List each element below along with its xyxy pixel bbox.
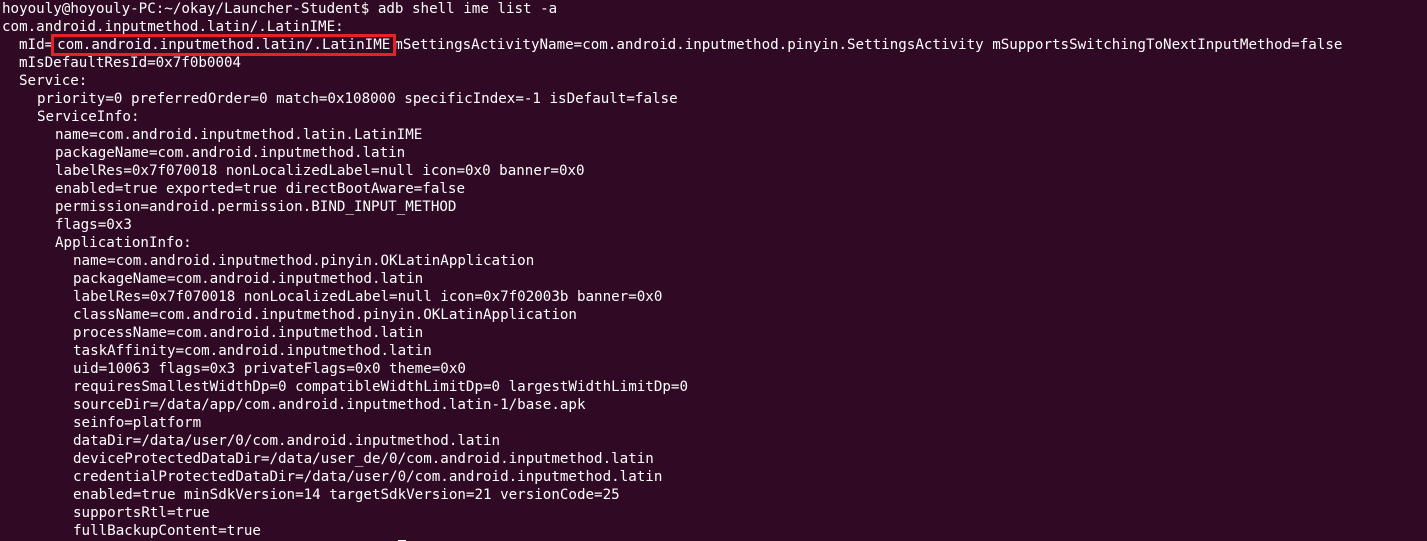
output-line: seinfo=platform xyxy=(73,415,202,431)
output-line: requiresSmallestWidthDp=0 compatibleWidt… xyxy=(73,379,688,395)
output-line-prefix: mId= xyxy=(19,37,54,53)
output-line: enabled=true exported=true directBootAwa… xyxy=(55,181,465,197)
terminal-window[interactable]: hoyouly@hoyouly-PC:~/okay/Launcher-Stude… xyxy=(0,0,1427,541)
output-line: credentialProtectedDataDir=/data/user/0/… xyxy=(73,469,663,485)
output-line: labelRes=0x7f070018 nonLocalizedLabel=nu… xyxy=(73,289,663,305)
output-line: name=com.android.inputmethod.pinyin.OKLa… xyxy=(73,253,535,269)
prompt-user-host: hoyouly@hoyouly-PC xyxy=(2,1,156,17)
prompt-path: :~/okay/Launcher-Student$ xyxy=(155,1,370,17)
output-line-suffix: mSettingsActivityName=com.android.inputm… xyxy=(394,37,1343,53)
output-line: deviceProtectedDataDir=/data/user_de/0/c… xyxy=(73,451,654,467)
output-line: mId= com.android.inputmethod.latin/.Latin… xyxy=(2,34,1427,56)
output-line: fullBackupContent=true xyxy=(73,523,261,539)
output-line: ApplicationInfo: xyxy=(55,235,192,251)
output-line: taskAffinity=com.android.inputmethod.lat… xyxy=(73,343,432,359)
output-line: sourceDir=/data/app/com.android.inputmet… xyxy=(73,397,586,413)
output-line: priority=0 preferredOrder=0 match=0x1080… xyxy=(37,91,678,107)
terminal-output: com.android.inputmethod.latin/.LatinIME:… xyxy=(2,18,1427,540)
output-line: uid=10063 flags=0x3 privateFlags=0x0 the… xyxy=(73,361,466,377)
output-line: supportsRtl=true xyxy=(73,505,210,521)
output-line: dataDir=/data/user/0/com.android.inputme… xyxy=(73,433,501,449)
output-line: name=com.android.inputmethod.latin.Latin… xyxy=(55,127,423,143)
output-line: Service: xyxy=(19,73,88,89)
highlighted-ime-id: com.android.inputmethod.latin/.LatinIME xyxy=(51,34,397,56)
output-line: className=com.android.inputmethod.pinyin… xyxy=(73,307,577,323)
output-line: packageName=com.android.inputmethod.lati… xyxy=(55,145,406,161)
output-line: flags=0x3 xyxy=(55,217,132,233)
prompt-line: hoyouly@hoyouly-PC:~/okay/Launcher-Stude… xyxy=(2,0,1427,18)
prompt-command: adb shell ime list -a xyxy=(369,1,558,17)
output-line: mIsDefaultResId=0x7f0b0004 xyxy=(19,55,242,71)
output-line: com.android.inputmethod.latin/.LatinIME: xyxy=(2,19,344,35)
output-line: processName=com.android.inputmethod.lati… xyxy=(73,325,424,341)
output-line: ServiceInfo: xyxy=(37,109,140,125)
output-line: permission=android.permission.BIND_INPUT… xyxy=(55,199,457,215)
output-line: enabled=true minSdkVersion=14 targetSdkV… xyxy=(73,487,620,503)
output-line: labelRes=0x7f070018 nonLocalizedLabel=nu… xyxy=(55,163,585,179)
output-line: packageName=com.android.inputmethod.lati… xyxy=(73,271,424,287)
